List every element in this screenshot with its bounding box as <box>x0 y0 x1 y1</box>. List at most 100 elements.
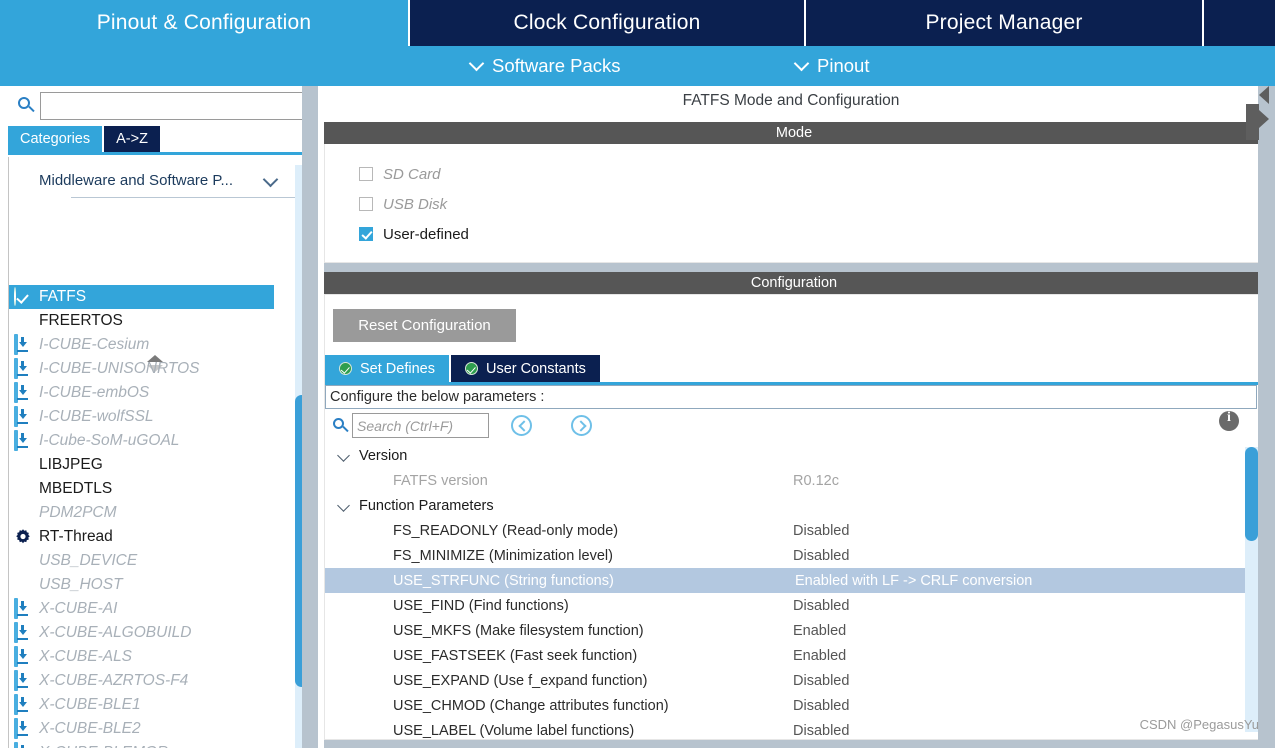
sidebar-item-x-cube-algobuild[interactable]: X-CUBE-ALGOBUILD <box>9 621 294 645</box>
category-tab-underline <box>8 152 310 155</box>
search-prev-icon[interactable] <box>511 415 532 436</box>
download-icon <box>14 382 33 403</box>
sidebar-item-fatfs[interactable]: FATFS <box>9 285 274 309</box>
check-icon <box>339 362 352 375</box>
mode-checkbox-label: USB Disk <box>383 195 448 213</box>
table-row[interactable]: FS_MINIMIZE (Minimization level) Disable… <box>325 543 1255 568</box>
parameter-name: USE_FASTSEEK (Fast seek function) <box>393 647 638 664</box>
parameter-value: Disabled <box>793 722 850 739</box>
download-icon <box>14 646 33 667</box>
parameter-name: USE_MKFS (Make filesystem function) <box>393 622 644 639</box>
reset-configuration-button[interactable]: Reset Configuration <box>333 309 516 342</box>
sidebar-item-label: USB_DEVICE <box>39 552 138 569</box>
sidebar-item-pdm2pcm[interactable]: PDM2PCM <box>9 501 294 525</box>
table-row[interactable]: USE_CHMOD (Change attributes function) D… <box>325 693 1255 718</box>
sidebar-item-label: RT-Thread <box>39 528 113 545</box>
mode-checkbox-user-defined[interactable]: User-defined <box>359 222 469 246</box>
table-row[interactable]: USE_EXPAND (Use f_expand function) Disab… <box>325 668 1255 693</box>
panel-splitter[interactable] <box>302 86 318 748</box>
table-row[interactable]: FATFS version R0.12c <box>325 468 1255 493</box>
sidebar-item-x-cube-blemgr[interactable]: X-CUBE-BLEMGR <box>9 741 294 748</box>
tab-pinout-configuration[interactable]: Pinout & Configuration <box>0 0 410 46</box>
tab-clock-configuration[interactable]: Clock Configuration <box>410 0 806 46</box>
download-icon <box>14 622 33 643</box>
sidebar-item-x-cube-ai[interactable]: X-CUBE-AI <box>9 597 294 621</box>
middleware-list-frame: Middleware and Software P... FATFS FREER… <box>8 157 310 748</box>
sidebar-search-input[interactable] <box>40 92 310 120</box>
configuration-note: Configure the below parameters : <box>325 385 1257 409</box>
sidebar-item-rt-thread[interactable]: RT-Thread <box>9 525 294 549</box>
tab-user-constants[interactable]: User Constants <box>450 355 602 382</box>
fatfs-config-panel: FATFS Mode and Configuration Mode SD Car… <box>318 86 1275 748</box>
cubemx-window: Pinout & Configuration Clock Configurati… <box>0 0 1275 748</box>
sidebar-item-label: I-CUBE-Cesium <box>39 336 150 353</box>
table-row[interactable]: USE_MKFS (Make filesystem function) Enab… <box>325 618 1255 643</box>
table-row[interactable]: USE_FASTSEEK (Fast seek function) Enable… <box>325 643 1255 668</box>
parameter-name: USE_FIND (Find functions) <box>393 597 569 614</box>
sidebar-item-libjpeg[interactable]: LIBJPEG <box>9 453 294 477</box>
tree-group-label: Version <box>359 447 408 464</box>
parameter-scrollbar-thumb[interactable] <box>1245 447 1258 541</box>
sidebar-item-label: I-Cube-SoM-uGOAL <box>39 432 180 449</box>
sidebar-item-x-cube-ble1[interactable]: X-CUBE-BLE1 <box>9 693 294 717</box>
sidebar-item-i-cube-wolfssl[interactable]: I-CUBE-wolfSSL <box>9 405 294 429</box>
mode-checkbox-usb-disk[interactable]: USB Disk <box>359 192 447 216</box>
mode-section-header: Mode <box>324 122 1264 144</box>
tree-group-function-parameters[interactable]: Function Parameters <box>325 493 1255 518</box>
tree-group-version[interactable]: Version <box>325 443 1255 468</box>
sidebar-item-x-cube-ble2[interactable]: X-CUBE-BLE2 <box>9 717 294 741</box>
sidebar-item-i-cube-embos[interactable]: I-CUBE-embOS <box>9 381 294 405</box>
gear-icon <box>14 528 33 547</box>
subtab-software-packs[interactable]: Software Packs <box>470 46 621 86</box>
group-header-middleware[interactable]: Middleware and Software P... <box>9 165 292 195</box>
checkbox-icon[interactable] <box>359 227 373 241</box>
chevron-right-icon[interactable] <box>1259 110 1269 128</box>
sidebar-item-i-cube-cesium[interactable]: I-CUBE-Cesium <box>9 333 294 357</box>
group-divider <box>71 197 295 198</box>
mode-section-band <box>324 263 1264 272</box>
tab-a-to-z[interactable]: A->Z <box>104 126 162 152</box>
tab-set-defines[interactable]: Set Defines <box>325 355 451 382</box>
subtab-label: Software Packs <box>492 55 621 76</box>
parameter-search-input[interactable] <box>352 413 489 438</box>
tab-tools[interactable] <box>1204 0 1275 46</box>
sidebar-item-label: X-CUBE-ALGOBUILD <box>39 624 192 641</box>
tab-label: Categories <box>20 131 91 147</box>
sidebar-item-label: I-CUBE-wolfSSL <box>39 408 154 425</box>
checkbox-icon[interactable] <box>359 167 373 181</box>
download-icon <box>14 598 33 619</box>
tab-categories[interactable]: Categories <box>8 126 105 152</box>
sidebar-item-i-cube-som-ugoal[interactable]: I-Cube-SoM-uGOAL <box>9 429 294 453</box>
mode-checkbox-sd-card[interactable]: SD Card <box>359 162 441 186</box>
configuration-tabs: Set Defines User Constants <box>325 355 602 382</box>
sidebar-item-label: FATFS <box>39 288 87 305</box>
main-tab-bar: Pinout & Configuration Clock Configurati… <box>0 0 1275 46</box>
sidebar-item-x-cube-als[interactable]: X-CUBE-ALS <box>9 645 294 669</box>
sidebar-item-label: FREERTOS <box>39 312 123 329</box>
sidebar-item-label: X-CUBE-BLE2 <box>39 720 141 737</box>
chevron-down-icon[interactable] <box>339 451 351 461</box>
chevron-down-icon <box>264 174 278 184</box>
chevron-left-icon[interactable] <box>1259 86 1269 104</box>
right-gutter <box>1258 86 1275 748</box>
subtab-pinout[interactable]: Pinout <box>795 46 869 86</box>
mode-checkbox-label: SD Card <box>383 165 441 183</box>
tab-label: Clock Configuration <box>513 11 701 34</box>
info-icon[interactable] <box>1219 410 1239 431</box>
table-row[interactable]: USE_FIND (Find functions) Disabled <box>325 593 1255 618</box>
sidebar-item-usb-device[interactable]: USB_DEVICE <box>9 549 294 573</box>
sidebar-item-freertos[interactable]: FREERTOS <box>9 309 294 333</box>
configuration-section-header: Configuration <box>324 272 1264 294</box>
sidebar-item-label: PDM2PCM <box>39 504 117 521</box>
table-row[interactable]: FS_READONLY (Read-only mode) Disabled <box>325 518 1255 543</box>
search-next-icon[interactable] <box>571 415 592 436</box>
tab-project-manager[interactable]: Project Manager <box>806 0 1204 46</box>
checkbox-icon[interactable] <box>359 197 373 211</box>
sidebar-item-i-cube-unisonrtos[interactable]: I-CUBE-UNISONRTOS <box>9 357 294 381</box>
sidebar-item-usb-host[interactable]: USB_HOST <box>9 573 294 597</box>
table-row-selected[interactable]: USE_STRFUNC (String functions) Enabled w… <box>325 568 1255 593</box>
gutter-collapse-handle[interactable] <box>1246 104 1259 140</box>
sidebar-item-x-cube-azrtos-f4[interactable]: X-CUBE-AZRTOS-F4 <box>9 669 294 693</box>
chevron-down-icon[interactable] <box>339 501 351 511</box>
sidebar-item-mbedtls[interactable]: MBEDTLS <box>9 477 294 501</box>
